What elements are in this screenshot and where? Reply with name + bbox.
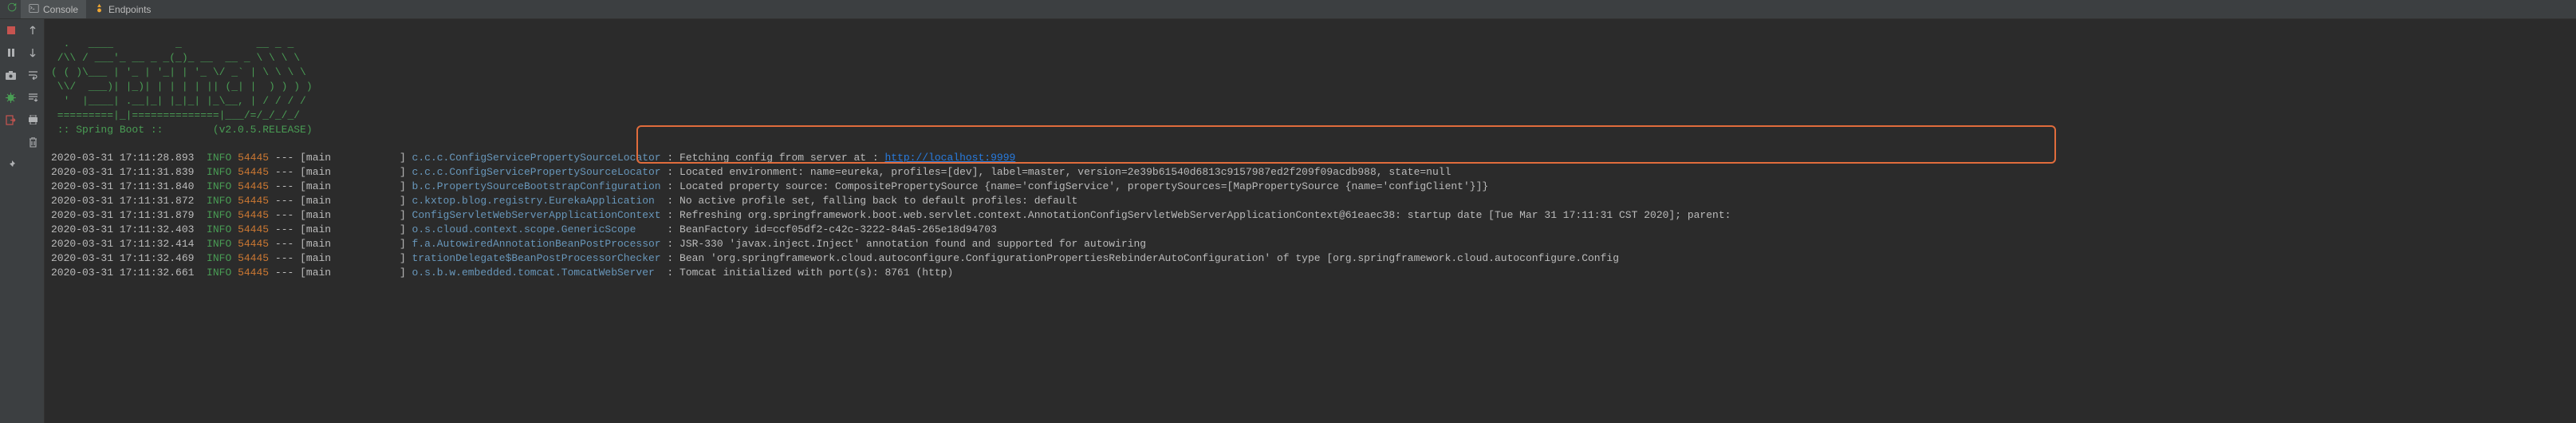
log-line: 2020-03-31 17:11:31.839 INFO 54445 --- […: [51, 165, 2576, 180]
console-output[interactable]: . ____ _ __ _ _ /\\ / ___'_ __ _ _(_)_ _…: [45, 19, 2576, 423]
left-toolbar: [0, 19, 45, 423]
scroll-to-end-button[interactable]: [22, 86, 45, 109]
pin-button[interactable]: [0, 153, 22, 176]
print-button[interactable]: [22, 109, 45, 131]
up-button[interactable]: [22, 19, 45, 42]
camera-button[interactable]: [0, 64, 22, 86]
stop-button[interactable]: [0, 19, 22, 42]
pause-button[interactable]: [0, 42, 22, 64]
log-line: 2020-03-31 17:11:32.403 INFO 54445 --- […: [51, 223, 2576, 237]
log-line: 2020-03-31 17:11:28.893 INFO 54445 --- […: [51, 151, 2576, 165]
log-line: 2020-03-31 17:11:32.661 INFO 54445 --- […: [51, 266, 2576, 280]
down-button[interactable]: [22, 42, 45, 64]
log-line: 2020-03-31 17:11:31.879 INFO 54445 --- […: [51, 208, 2576, 223]
rerun-button[interactable]: [3, 2, 21, 17]
log-link[interactable]: http://localhost:9999: [884, 152, 1015, 164]
top-bar: Console Endpoints: [0, 0, 2576, 19]
main-area: . ____ _ __ _ _ /\\ / ___'_ __ _ _(_)_ _…: [0, 19, 2576, 423]
spacer: [0, 131, 22, 153]
tab-endpoints-label: Endpoints: [108, 4, 151, 15]
endpoints-icon: [94, 3, 104, 16]
log-line: 2020-03-31 17:11:32.414 INFO 54445 --- […: [51, 237, 2576, 251]
console-icon: [29, 3, 39, 16]
soft-wrap-button[interactable]: [22, 64, 45, 86]
exit-button[interactable]: [0, 109, 22, 131]
log-line: 2020-03-31 17:11:32.469 INFO 54445 --- […: [51, 251, 2576, 266]
tab-console-label: Console: [43, 4, 78, 15]
log-line: 2020-03-31 17:11:31.840 INFO 54445 --- […: [51, 180, 2576, 194]
ascii-art: . ____ _ __ _ _ /\\ / ___'_ __ _ _(_)_ _…: [51, 38, 313, 136]
tab-console[interactable]: Console: [21, 0, 86, 18]
trash-button[interactable]: [22, 131, 45, 153]
debug-button[interactable]: [0, 86, 22, 109]
log-lines: 2020-03-31 17:11:28.893 INFO 54445 --- […: [51, 151, 2576, 279]
tab-endpoints[interactable]: Endpoints: [86, 0, 159, 18]
log-line: 2020-03-31 17:11:31.872 INFO 54445 --- […: [51, 194, 2576, 208]
